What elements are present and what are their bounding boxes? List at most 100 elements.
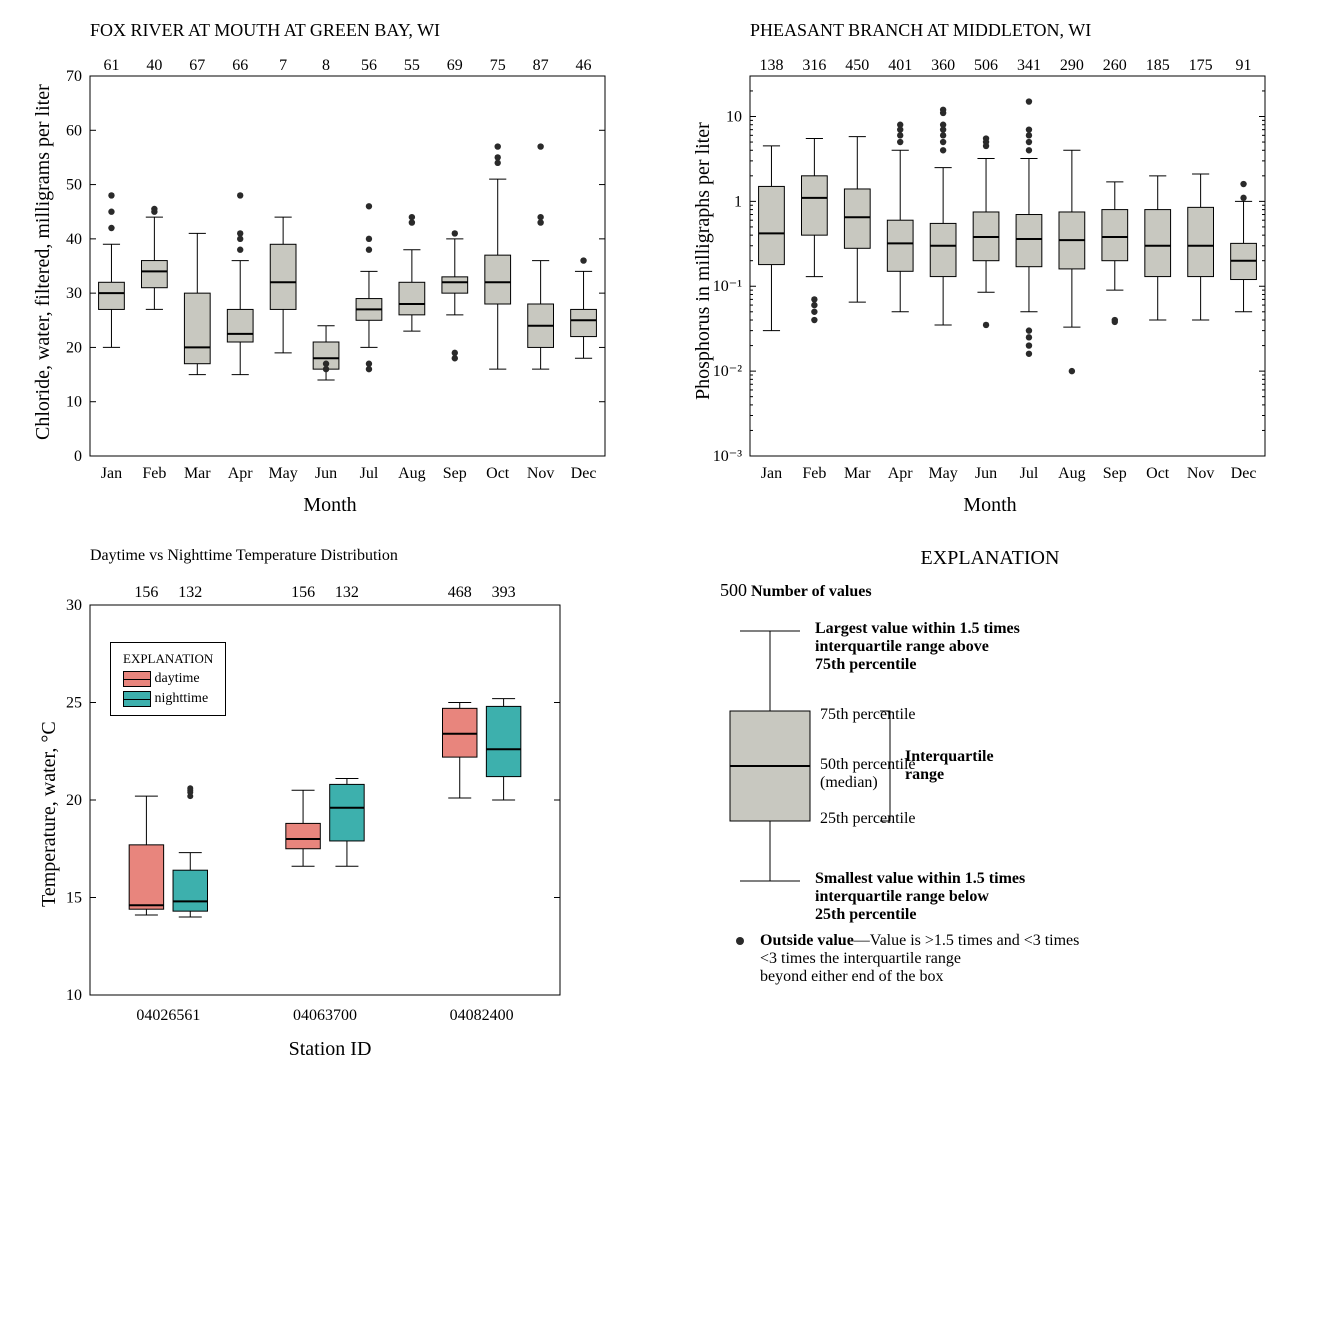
x-axis-label: Month: [680, 494, 1300, 517]
svg-text:04082400: 04082400: [450, 1007, 514, 1024]
svg-text:Oct: Oct: [486, 465, 510, 482]
svg-text:Aug: Aug: [1058, 465, 1086, 482]
svg-text:10⁻³: 10⁻³: [713, 448, 742, 465]
y-axis-label: Chloride, water, filtered, milligrams pe…: [32, 84, 55, 440]
svg-text:55: 55: [404, 57, 420, 74]
explanation-panel: EXPLANATION 500 Number of values Largest…: [680, 547, 1300, 1061]
svg-text:Interquartilerange: Interquartilerange: [905, 748, 994, 783]
svg-text:341: 341: [1017, 57, 1041, 74]
svg-text:185: 185: [1146, 57, 1170, 74]
svg-text:61: 61: [103, 57, 119, 74]
svg-text:138: 138: [759, 57, 783, 74]
x-axis-label: Month: [20, 494, 640, 517]
svg-text:75: 75: [490, 57, 506, 74]
svg-text:Jul: Jul: [1020, 465, 1039, 482]
svg-text:Mar: Mar: [184, 465, 211, 482]
svg-text:8: 8: [322, 57, 330, 74]
svg-text:40: 40: [146, 57, 162, 74]
svg-text:56: 56: [361, 57, 377, 74]
svg-text:Feb: Feb: [142, 465, 166, 482]
svg-text:15: 15: [66, 890, 82, 907]
svg-text:1: 1: [734, 193, 742, 210]
svg-text:25: 25: [66, 695, 82, 712]
svg-text:132: 132: [335, 584, 359, 601]
chloride-boxplot: FOX RIVER AT MOUTH AT GREEN BAY, WI Chlo…: [20, 20, 640, 517]
svg-text:468: 468: [448, 584, 472, 601]
svg-text:50th percentile(median): 50th percentile(median): [820, 756, 916, 791]
svg-text:Apr: Apr: [228, 465, 254, 482]
svg-text:Jul: Jul: [360, 465, 379, 482]
svg-text:10⁻²: 10⁻²: [713, 363, 742, 380]
svg-text:10: 10: [726, 108, 742, 125]
svg-text:10⁻¹: 10⁻¹: [713, 278, 742, 295]
svg-text:393: 393: [492, 584, 516, 601]
svg-text:30: 30: [66, 285, 82, 302]
svg-text:20: 20: [66, 792, 82, 809]
svg-text:66: 66: [232, 57, 248, 74]
svg-text:87: 87: [533, 57, 549, 74]
phosphorus-boxplot: PHEASANT BRANCH AT MIDDLETON, WI Phospho…: [680, 20, 1300, 517]
temperature-grouped-boxplot: Daytime vs Nighttime Temperature Distrib…: [20, 547, 640, 1061]
svg-text:Dec: Dec: [1231, 465, 1257, 482]
svg-text:60: 60: [66, 122, 82, 139]
explanation-diagram: Largest value within 1.5 timesinterquart…: [680, 601, 1240, 1001]
svg-text:50: 50: [66, 177, 82, 194]
svg-text:Aug: Aug: [398, 465, 426, 482]
chart-title: PHEASANT BRANCH AT MIDDLETON, WI: [750, 20, 1300, 41]
svg-text:75th percentile: 75th percentile: [820, 706, 916, 723]
svg-text:Dec: Dec: [571, 465, 597, 482]
svg-text:40: 40: [66, 231, 82, 248]
legend: EXPLANATION daytime nighttime: [110, 642, 226, 716]
svg-text:May: May: [268, 465, 297, 482]
svg-text:69: 69: [447, 57, 463, 74]
y-axis-label: Temperature, water, °C: [38, 721, 61, 907]
svg-text:156: 156: [291, 584, 315, 601]
svg-text:20: 20: [66, 339, 82, 356]
svg-text:Jun: Jun: [315, 465, 337, 482]
svg-text:Feb: Feb: [802, 465, 826, 482]
svg-text:46: 46: [576, 57, 592, 74]
svg-text:04026561: 04026561: [136, 1007, 200, 1024]
svg-text:10: 10: [66, 987, 82, 1004]
svg-text:132: 132: [178, 584, 202, 601]
sample-count: 500: [720, 580, 747, 600]
legend-item: daytime: [123, 671, 213, 687]
svg-text:25th percentile: 25th percentile: [820, 810, 916, 827]
legend-item: nighttime: [123, 691, 213, 707]
svg-text:67: 67: [189, 57, 205, 74]
svg-text:Smallest value within 1.5 time: Smallest value within 1.5 timesinterquar…: [815, 870, 1025, 923]
svg-text:260: 260: [1103, 57, 1127, 74]
count-label: Number of values: [751, 583, 872, 600]
svg-text:May: May: [928, 465, 957, 482]
svg-text:Sep: Sep: [1103, 465, 1127, 482]
svg-text:156: 156: [134, 584, 158, 601]
plot-area: 1015202530040265611561320406370015613204…: [20, 570, 580, 1030]
svg-text:30: 30: [66, 597, 82, 614]
plot-area: 10⁻³10⁻²10⁻¹110Jan138Feb316Mar450Apr401M…: [680, 46, 1280, 486]
svg-text:0: 0: [74, 448, 82, 465]
svg-text:Apr: Apr: [888, 465, 914, 482]
chart-title: Daytime vs Nighttime Temperature Distrib…: [90, 547, 640, 565]
legend-title: EXPLANATION: [123, 651, 213, 667]
svg-text:Jun: Jun: [975, 465, 997, 482]
svg-text:290: 290: [1060, 57, 1084, 74]
y-axis-label: Phosphorus in milligraphs per liter: [692, 122, 715, 400]
chart-title: FOX RIVER AT MOUTH AT GREEN BAY, WI: [90, 20, 640, 41]
svg-text:Mar: Mar: [844, 465, 871, 482]
svg-text:Sep: Sep: [443, 465, 467, 482]
svg-text:Oct: Oct: [1146, 465, 1170, 482]
svg-text:360: 360: [931, 57, 955, 74]
svg-text:Jan: Jan: [101, 465, 122, 482]
svg-text:316: 316: [802, 57, 826, 74]
svg-text:175: 175: [1189, 57, 1213, 74]
explanation-heading: EXPLANATION: [680, 547, 1300, 570]
svg-text:Largest value within 1.5 times: Largest value within 1.5 timesinterquart…: [815, 620, 1020, 673]
svg-text:506: 506: [974, 57, 998, 74]
svg-text:Nov: Nov: [1187, 465, 1215, 482]
svg-text:70: 70: [66, 68, 82, 85]
svg-text:10: 10: [66, 394, 82, 411]
svg-text:Outside value—Value is >1.5 ti: Outside value—Value is >1.5 times and <3…: [760, 932, 1079, 985]
svg-text:7: 7: [279, 57, 287, 74]
plot-area: 0 10 20 30 40 50 60 70 Jan 61 Feb 40 Mar 67 Apr 66 May 7 J…: [20, 46, 620, 486]
svg-text:91: 91: [1236, 57, 1252, 74]
